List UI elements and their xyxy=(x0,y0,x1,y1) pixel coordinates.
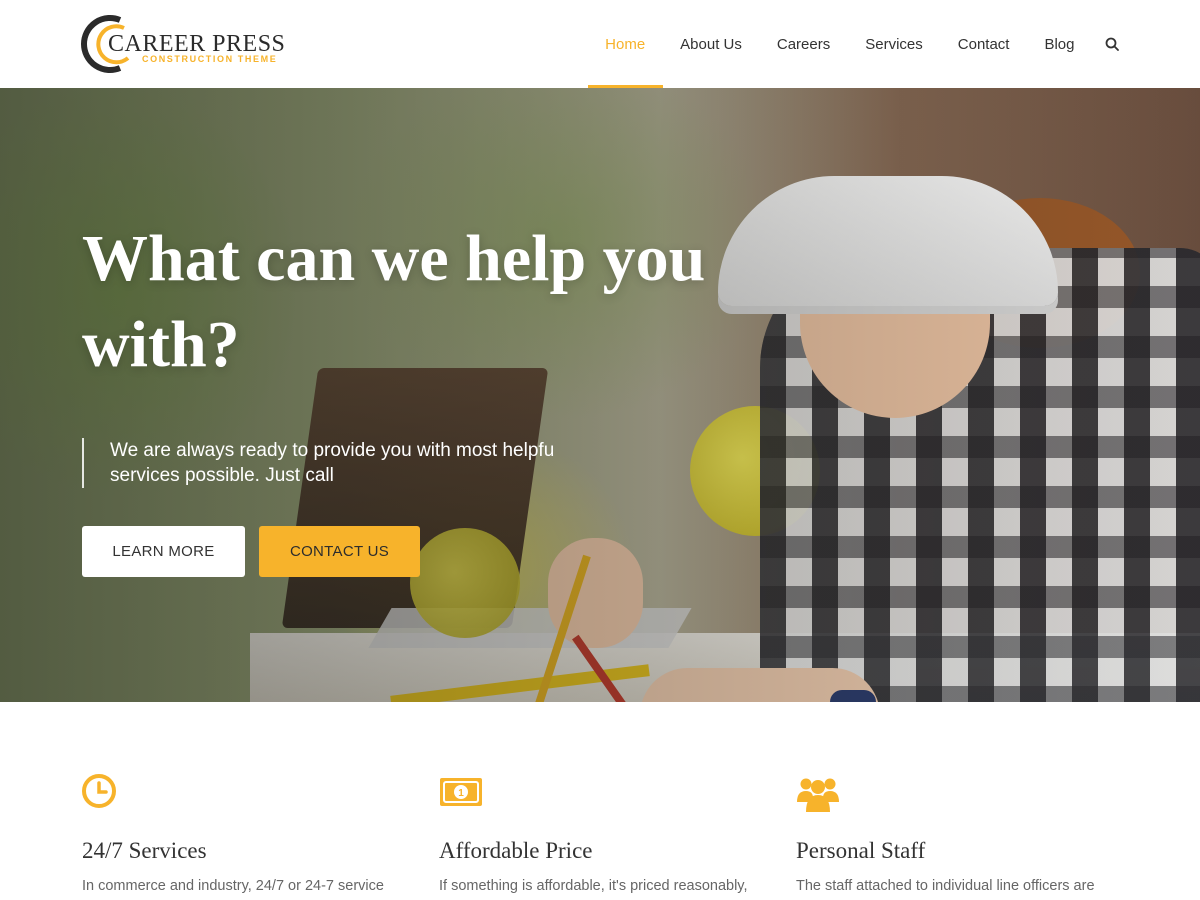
feature-card-staff: Personal Staff The staff attached to ind… xyxy=(796,774,1126,894)
features-section: 24/7 Services In commerce and industry, … xyxy=(0,702,1200,900)
logo-subtitle: CONSTRUCTION THEME xyxy=(142,54,278,64)
feature-title: Affordable Price xyxy=(439,838,593,863)
nav-item-careers[interactable]: Careers xyxy=(759,0,847,88)
learn-more-button[interactable]: LEARN MORE xyxy=(82,526,245,577)
site-logo[interactable]: CAREER PRESS CONSTRUCTION THEME xyxy=(80,14,300,74)
nav-item-about-us[interactable]: About Us xyxy=(663,0,760,88)
money-icon: 1 xyxy=(440,778,482,806)
search-icon xyxy=(1105,37,1119,51)
nav-item-contact[interactable]: Contact xyxy=(940,0,1027,88)
search-button[interactable] xyxy=(1092,0,1132,88)
hero-title: What can we help you with? xyxy=(82,222,706,381)
contact-us-button[interactable]: CONTACT US xyxy=(259,526,420,577)
feature-title: Personal Staff xyxy=(796,838,926,863)
feature-text: The staff attached to individual line of… xyxy=(796,878,1095,894)
feature-text: If something is affordable, it's priced … xyxy=(439,878,748,894)
feature-card-price: 1 Affordable Price If something is affor… xyxy=(439,774,769,894)
nav-item-services[interactable]: Services xyxy=(848,0,941,88)
feature-title: 24/7 Services xyxy=(82,838,207,863)
feature-card-services: 24/7 Services In commerce and industry, … xyxy=(82,774,412,894)
group-icon xyxy=(797,778,839,812)
clock-icon xyxy=(82,774,116,808)
feature-text: In commerce and industry, 24/7 or 24-7 s… xyxy=(82,878,384,894)
site-header: CAREER PRESS CONSTRUCTION THEME Home Abo… xyxy=(0,0,1200,88)
main-nav: Home About Us Careers Services Contact B… xyxy=(587,0,1132,88)
nav-item-blog[interactable]: Blog xyxy=(1027,0,1092,88)
hero-quote: We are always ready to provide you with … xyxy=(82,438,602,488)
svg-text:1: 1 xyxy=(458,788,464,799)
hero-section xyxy=(0,88,1200,702)
nav-item-home[interactable]: Home xyxy=(587,0,663,88)
